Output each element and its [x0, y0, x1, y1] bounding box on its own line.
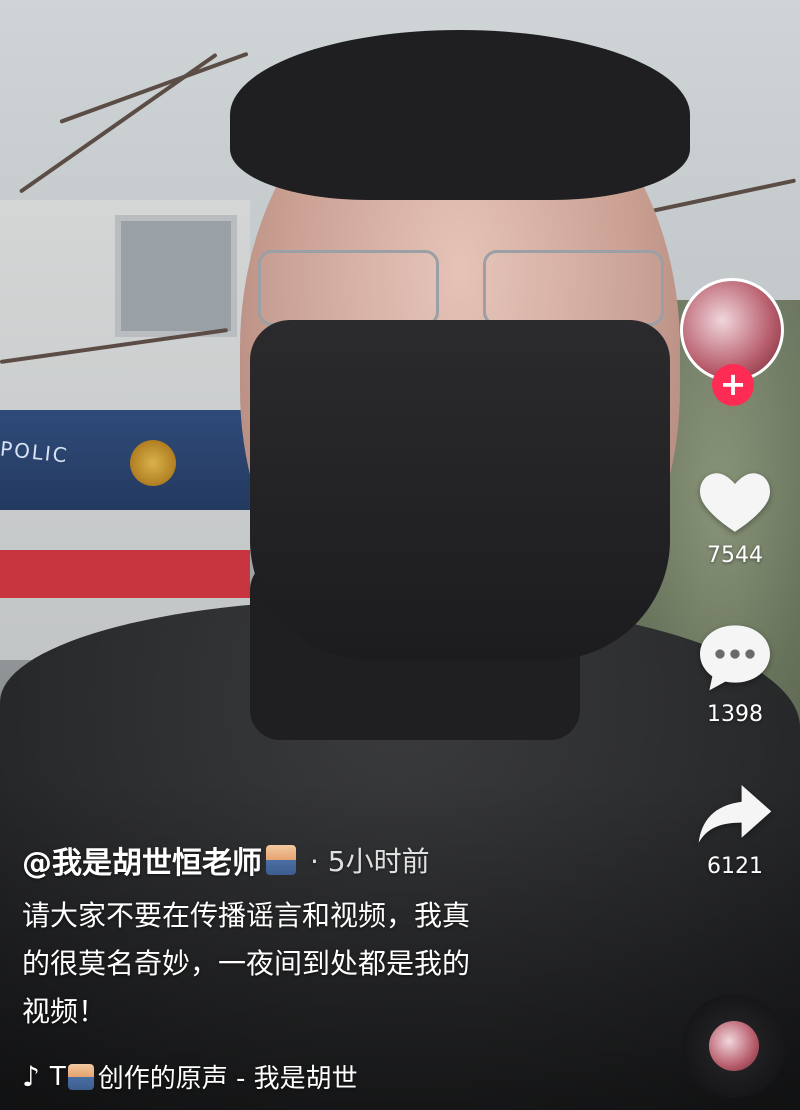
description-line: 请大家不要在传播谣言和视频，我真	[22, 899, 471, 932]
share-button[interactable]: 6121	[690, 780, 780, 879]
description-line: 的很莫名奇妙，一夜间到处都是我的	[22, 947, 471, 980]
comment-button[interactable]: 1398	[690, 620, 780, 727]
police-emblem	[130, 440, 176, 486]
like-button[interactable]: 7544	[690, 463, 780, 568]
comment-count: 1398	[707, 702, 763, 727]
video-caption: @我是胡世恒老师 · 5小时前 请大家不要在传播谣言和视频，我真 的很莫名奇妙，…	[22, 838, 582, 1036]
share-arrow-icon[interactable]	[695, 780, 775, 846]
music-label: 创作的原声 - 我是胡世	[97, 1064, 358, 1094]
description-line: 视频！	[22, 995, 107, 1028]
black-face-mask	[250, 320, 670, 660]
teacher-emoji-icon	[67, 1063, 94, 1090]
author-avatar-group[interactable]: +	[680, 278, 784, 406]
like-count: 7544	[707, 543, 763, 568]
music-disc-cover	[709, 1021, 759, 1071]
person-hair	[230, 30, 690, 200]
video-description[interactable]: 请大家不要在传播谣言和视频，我真 的很莫名奇妙，一夜间到处都是我的 视频！	[22, 892, 582, 1036]
building-window	[115, 215, 237, 337]
red-banner	[0, 550, 250, 598]
music-note-icon: ♪	[22, 1060, 40, 1093]
person-glasses	[258, 250, 668, 326]
music-prefix: T	[49, 1061, 66, 1092]
comment-bubble-icon[interactable]	[695, 620, 775, 694]
author-name[interactable]: @我是胡世恒老师	[22, 838, 262, 882]
music-info[interactable]: ♪ T 创作的原声 - 我是胡世	[22, 1058, 358, 1095]
heart-icon[interactable]	[695, 463, 775, 535]
share-count: 6121	[707, 854, 763, 879]
post-time: · 5小时前	[310, 845, 430, 878]
teacher-emoji-icon	[266, 845, 296, 875]
music-disc[interactable]	[682, 994, 786, 1098]
author-line: @我是胡世恒老师 · 5小时前	[22, 838, 582, 882]
follow-button[interactable]: +	[712, 364, 754, 406]
